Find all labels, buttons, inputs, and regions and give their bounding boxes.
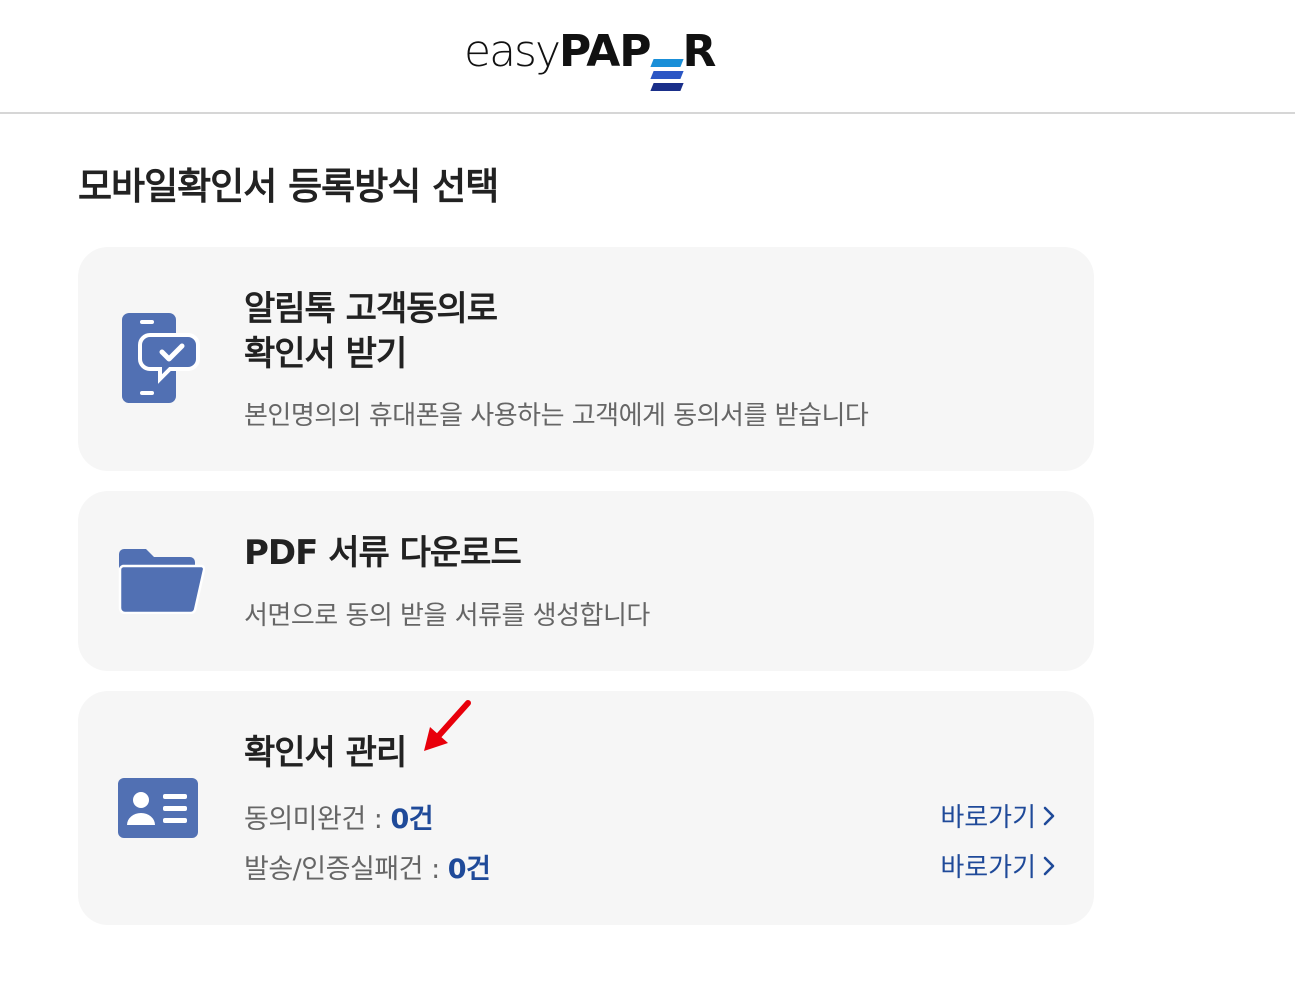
stat-label: 발송/인증실패건 — [244, 854, 423, 885]
goto-label: 바로가기 — [940, 803, 1036, 833]
red-annotation-arrow-icon — [424, 700, 471, 751]
stat-row-failed: 발송/인증실패건 : 0건 — [244, 847, 491, 886]
page-title: 모바일확인서 등록방식 선택 — [78, 165, 499, 208]
logo-easy-text: easy — [464, 26, 561, 77]
pdf-download-card[interactable]: PDF 서류 다운로드 서면으로 동의 받을 서류를 생성합니다 — [78, 491, 1094, 671]
stat-label: 동의미완건 — [244, 804, 366, 835]
logo-paper-text: PAP R — [559, 26, 717, 91]
card-title: PDF 서류 다운로드 — [244, 533, 522, 573]
logo-e-stripes-icon — [649, 59, 684, 91]
header: easy PAP R — [0, 0, 1295, 114]
easypaper-logo[interactable]: easy PAP R — [464, 26, 716, 91]
card-title: 알림톡 고객동의로 확인서 받기 — [244, 287, 498, 377]
kakao-consent-card[interactable]: 알림톡 고객동의로 확인서 받기 본인명의의 휴대폰을 사용하는 고객에게 동의… — [78, 247, 1094, 471]
card-title-line2: 확인서 받기 — [244, 334, 407, 374]
folder-icon — [118, 549, 205, 614]
card-description: 본인명의의 휴대폰을 사용하는 고객에게 동의서를 받습니다 — [244, 401, 869, 431]
card-description: 서면으로 동의 받을 서류를 생성합니다 — [244, 601, 650, 631]
goto-label: 바로가기 — [940, 853, 1036, 883]
card-title-line1: 알림톡 고객동의로 — [244, 289, 498, 329]
stat-row-pending: 동의미완건 : 0건 — [244, 797, 434, 836]
mobile-phone-check-icon — [122, 313, 200, 403]
stat-separator: : — [365, 804, 391, 835]
confirmation-management-card: 확인서 관리 동의미완건 : 0건 바로가기 발송/인증실패건 : 0건 바로가… — [78, 691, 1094, 925]
chevron-right-icon — [1043, 856, 1055, 875]
goto-pending-link[interactable]: 바로가기 — [940, 797, 1056, 834]
id-card-icon — [118, 778, 198, 838]
stat-value: 0건 — [447, 854, 491, 885]
stat-value: 0건 — [390, 804, 434, 835]
logo-r-text: R — [682, 26, 717, 77]
stat-separator: : — [422, 854, 448, 885]
chevron-right-icon — [1043, 806, 1055, 825]
logo-pap-text: PAP — [559, 26, 652, 77]
goto-failed-link[interactable]: 바로가기 — [940, 847, 1056, 884]
card-title: 확인서 관리 — [244, 733, 407, 773]
